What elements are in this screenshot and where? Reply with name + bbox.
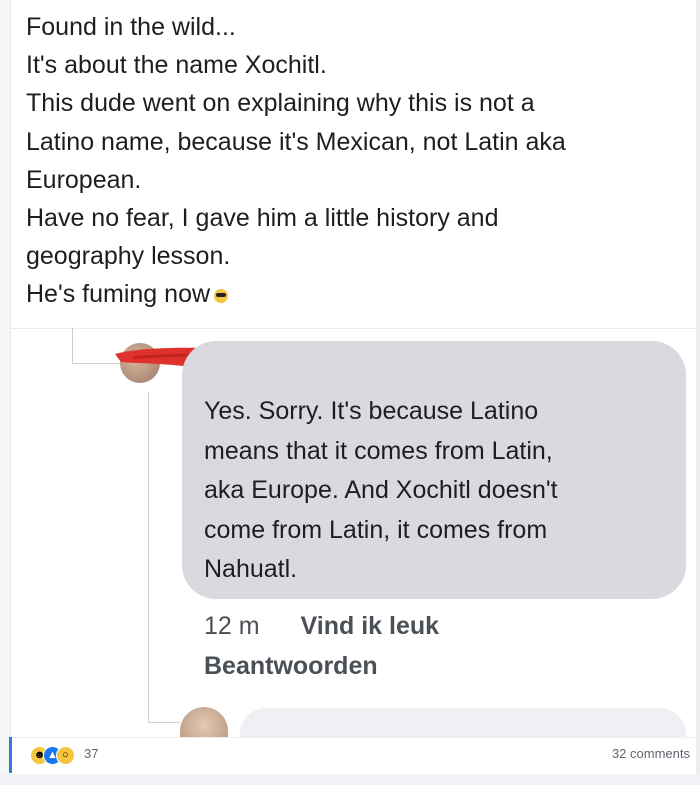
post-line: geography lesson. (26, 242, 231, 271)
reply-bubble: . . .. . ... . .. (240, 708, 686, 738)
thread-connector (148, 722, 180, 723)
reaction-count[interactable]: 37 (84, 746, 98, 761)
post-footer: ☻ ▲ ○ 37 32 comments (10, 737, 696, 774)
thread-connector (72, 328, 73, 364)
comment-line: come from Latin, it comes from (204, 515, 548, 544)
post-line: It's about the name Xochitl. (26, 51, 327, 80)
comment-text: Yes. Sorry. It's because Latino means th… (204, 392, 674, 590)
reply-avatar[interactable] (180, 707, 228, 737)
post-line-last: He's fuming now (26, 275, 676, 313)
bottom-strip (0, 774, 700, 785)
post-divider (10, 328, 696, 329)
like-link[interactable]: Vind ik leuk (301, 612, 439, 640)
comment-line: means that it comes from Latin, (204, 436, 553, 465)
comment-line: Nahuatl. (204, 555, 298, 584)
post-line: Found in the wild... (26, 13, 236, 41)
right-scroll-edge (696, 0, 700, 785)
sunglasses-emoji-icon (214, 288, 229, 303)
reply-link[interactable]: Beantwoorden (204, 652, 378, 681)
comment-meta: 12 m Vind ik leuk (204, 612, 439, 641)
post-line: This dude went on explaining why this is… (26, 89, 535, 118)
comment-timestamp[interactable]: 12 m (204, 612, 260, 640)
left-sidebar-strip (0, 0, 11, 785)
post-line-text: He's fuming now (26, 280, 211, 309)
post-line: Latino name, because it's Mexican, not L… (26, 127, 566, 156)
comment-line: Yes. Sorry. It's because Latino (204, 397, 539, 425)
post-body: Found in the wild... It's about the name… (26, 8, 676, 314)
wow-reaction-icon: ○ (56, 746, 75, 765)
footer-accent-bar (9, 737, 12, 773)
comments-count-link[interactable]: 32 comments (612, 746, 690, 761)
post-line: European. (26, 165, 142, 194)
reply-author-obscured: . . .. . ... . .. (264, 723, 504, 738)
thread-connector (148, 392, 149, 722)
post-line: Have no fear, I gave him a little histor… (26, 204, 499, 233)
comment-line: aka Europe. And Xochitl doesn't (204, 476, 558, 505)
